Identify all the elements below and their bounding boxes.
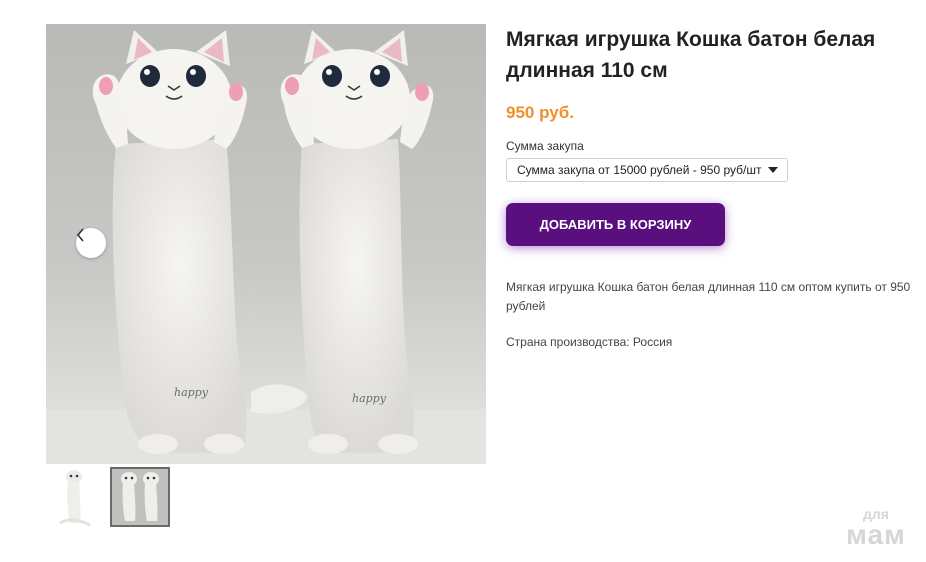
thumbnail-image xyxy=(59,470,91,527)
product-image-gallery[interactable]: happy happy xyxy=(46,24,486,464)
cat-plush-right: happy xyxy=(280,30,434,454)
product-price: 950 руб. xyxy=(506,103,574,122)
select-label: Сумма закупа xyxy=(506,139,584,153)
thumbnail-2[interactable] xyxy=(110,467,170,527)
gallery-prev-button[interactable] xyxy=(76,228,106,258)
add-to-cart-button[interactable]: ДОБАВИТЬ В КОРЗИНУ xyxy=(506,203,725,246)
caret-down-icon xyxy=(768,167,778,173)
product-photo: happy happy xyxy=(46,30,486,464)
cat-plush-left: happy xyxy=(92,30,247,454)
country-of-origin: Страна производства: Россия xyxy=(506,335,673,349)
thumbnail-image xyxy=(112,469,168,525)
svg-text:happy: happy xyxy=(174,386,209,399)
chevron-left-icon xyxy=(76,228,84,242)
purchase-amount-select[interactable]: Сумма закупа от 15000 рублей - 950 руб/ш… xyxy=(506,158,788,182)
product-description: Мягкая игрушка Кошка батон белая длинная… xyxy=(506,280,911,313)
select-value: Сумма закупа от 15000 рублей - 950 руб/ш… xyxy=(517,163,762,177)
svg-text:happy: happy xyxy=(352,392,387,405)
site-watermark-logo: для мам xyxy=(838,507,914,549)
thumbnail-1[interactable] xyxy=(46,467,106,527)
watermark-line2: мам xyxy=(846,519,906,550)
product-title: Мягкая игрушка Кошка батон белая длинная… xyxy=(506,28,876,82)
